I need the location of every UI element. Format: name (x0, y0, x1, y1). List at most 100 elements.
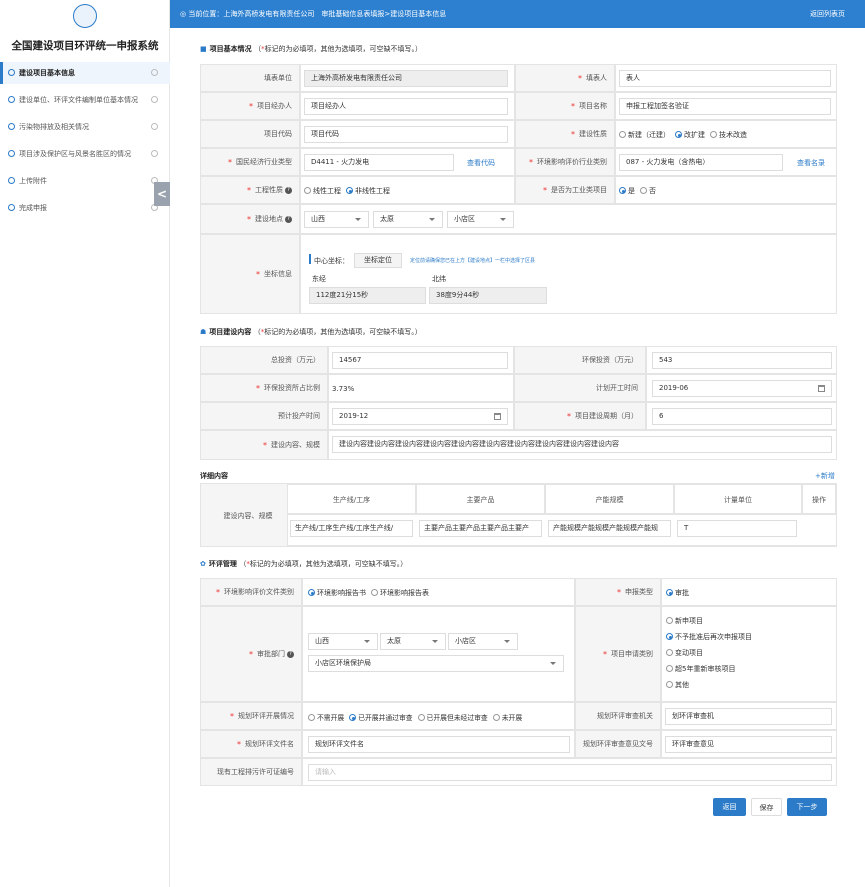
sidebar-item-attachments[interactable]: 上传附件 (0, 170, 170, 192)
label-content-scale: * 建设内容、规模 (200, 430, 328, 460)
row-unit-input[interactable]: T (677, 520, 797, 537)
permit-input[interactable]: 请输入 (308, 764, 832, 781)
label-dept: * 审批部门? (200, 606, 302, 702)
detail-row-label: 建设内容、规模 (223, 512, 273, 520)
label-app-category: * 项目申请类别 (575, 606, 661, 702)
production-date-picker[interactable]: 2019-12 (332, 408, 508, 425)
latitude-label: 北纬 (432, 275, 446, 283)
total-investment-input[interactable]: 14567 (332, 352, 508, 369)
row-capacity-input[interactable]: 产能规模产能规模产能规模产能规 (548, 520, 671, 537)
doc-radio-book[interactable]: 环境影响报告书 (308, 589, 366, 597)
industry-input[interactable]: D4411 - 火力发电 (304, 154, 454, 171)
plan-radio-not-passed[interactable]: 已开展但未经过审查 (417, 714, 488, 722)
start-date-picker[interactable]: 2019-06 (652, 380, 832, 397)
circle-icon (8, 96, 15, 103)
nature-radio-new[interactable]: 新建（迁建） (619, 131, 670, 139)
filler-input[interactable]: 表人 (619, 70, 831, 87)
location-province-select[interactable]: 山西 (304, 211, 369, 228)
label-coordinates: * 坐标信息 (200, 234, 300, 314)
plan-file-input[interactable]: 规划环评文件名 (308, 736, 570, 753)
plan-radio-not-started[interactable]: 未开展 (492, 714, 522, 722)
dept-select[interactable]: 小店区环境保护局 (308, 655, 564, 672)
calendar-icon (494, 413, 501, 420)
national-emblem-logo (73, 4, 97, 28)
location-district-select[interactable]: 小店区 (447, 211, 514, 228)
eia-category-input[interactable]: 087 - 火力发电（含热电） (619, 154, 783, 171)
engineering-radio-group: 线性工程 非线性工程 (304, 186, 395, 196)
label-doc-type: * 环境影响评价文件类别 (200, 578, 302, 606)
manager-input[interactable]: 项目经办人 (304, 98, 508, 115)
label-build-period: * 项目建设周期（月） (514, 402, 646, 430)
view-catalog-link[interactable]: 查看名录 (797, 158, 825, 168)
nature-radio-group: 新建（迁建） 改扩建 技术改造 (619, 130, 752, 140)
eng-radio-linear[interactable]: 线性工程 (304, 187, 341, 195)
next-step-button[interactable]: 下一步 (787, 798, 827, 816)
industrial-radio-group: 是否 (619, 186, 661, 196)
dept-city-select[interactable]: 太原 (380, 633, 446, 650)
label-project-name: * 项目名称 (515, 92, 615, 120)
plan-radio-passed[interactable]: 已开展并通过审查 (349, 714, 413, 722)
sidebar-item-protected-areas[interactable]: 项目涉及保护区与风景名胜区的情况 (0, 143, 170, 165)
coord-marker (309, 254, 311, 264)
nature-radio-tech[interactable]: 技术改造 (710, 131, 747, 139)
build-period-input[interactable]: 6 (652, 408, 832, 425)
plan-doc-input[interactable]: 环评审查意见 (665, 736, 832, 753)
add-row-link[interactable]: +新增 (815, 471, 835, 481)
dept-province-select[interactable]: 山西 (308, 633, 378, 650)
location-city-select[interactable]: 太原 (373, 211, 443, 228)
doc-radio-table[interactable]: 环境影响报告表 (371, 589, 429, 597)
apply-radio-approve[interactable]: 审批 (666, 588, 689, 598)
label-engineering-nature: * 工程性质? (200, 176, 300, 204)
detail-title: 详细内容 (200, 472, 228, 480)
env-investment-input[interactable]: 543 (652, 352, 832, 369)
dept-district-select[interactable]: 小店区 (448, 633, 518, 650)
industrial-radio-yes[interactable]: 是 (619, 187, 635, 195)
longitude-field: 112度21分15秒 (309, 287, 426, 304)
locate-coordinates-button[interactable]: 坐标定位 (354, 253, 402, 268)
back-button[interactable]: 返回 (713, 798, 746, 816)
label-plan-doc: 规划环评审查意见文号 (575, 730, 661, 758)
sidebar-item-basic-info[interactable]: 建设项目基本信息 (0, 62, 170, 84)
sidebar-item-unit-info[interactable]: 建设单位、环评文件编制单位基本情况 (0, 89, 170, 111)
app-radio-new[interactable]: 新申项目 (666, 616, 703, 626)
app-radio-5year[interactable]: 超5年重新审核项目 (666, 664, 735, 674)
industrial-radio-no[interactable]: 否 (640, 187, 656, 195)
app-radio-change[interactable]: 变动项目 (666, 648, 703, 658)
circle-icon (8, 204, 15, 211)
sidebar-item-pollutants[interactable]: 污染物排放及相关情况 (0, 116, 170, 138)
row-line-input[interactable]: 生产线/工序生产线/工序生产线/ (290, 520, 413, 537)
app-radio-other[interactable]: 其他 (666, 680, 689, 690)
plan-radio-no-need[interactable]: 不需开展 (308, 714, 344, 722)
save-button[interactable]: 保存 (751, 798, 782, 816)
row-product-input[interactable]: 主要产品主要产品主要产品主要产 (419, 520, 542, 537)
label-permit: 现有工程排污许可证编号 (200, 758, 302, 786)
sidebar: 全国建设项目环评统一申报系统 建设项目基本信息 建设单位、环评文件编制单位基本情… (0, 0, 170, 887)
col-header-capacity: 产能规模 (545, 484, 674, 514)
project-name-input[interactable]: 申报工程加签名验证 (619, 98, 831, 115)
app-radio-resubmit[interactable]: 不予批准后再次申报项目 (666, 632, 752, 642)
view-code-link[interactable]: 查看代码 (467, 158, 495, 168)
sidebar-item-complete[interactable]: 完成申报 (0, 197, 170, 219)
sidebar-collapse-button[interactable]: < (154, 182, 170, 206)
back-to-list-link[interactable]: 返回列表页 (810, 0, 845, 28)
label-production-date: 预计投产时间 (200, 402, 328, 430)
content-scale-input[interactable]: 建设内容建设内容建设内容建设内容建设内容建设内容建设内容建设内容建设内容建设内容 (332, 436, 832, 453)
col-header-line: 生产线/工序 (287, 484, 416, 514)
col-header-action: 操作 (802, 484, 836, 514)
env-ratio-value: 3.73% (332, 385, 355, 393)
label-plan-status: * 规划环评开展情况 (200, 702, 302, 730)
label-start-date: 计划开工时间 (514, 374, 646, 402)
eng-radio-nonlinear[interactable]: 非线性工程 (346, 187, 390, 195)
label-location: * 建设地点? (200, 204, 300, 234)
check-circle-icon (151, 96, 158, 103)
label-env-ratio: * 环保投资所占比例 (200, 374, 328, 402)
doc-type-radio-group: 环境影响报告书 环境影响报告表 (308, 588, 434, 598)
section-icon: ☗ (200, 328, 207, 336)
info-icon: ? (287, 650, 294, 658)
label-apply-type: * 申报类型 (575, 578, 661, 606)
plan-org-input[interactable]: 划环评审查机 (665, 708, 832, 725)
label-eia-category: * 环境影响评价行业类别 (515, 148, 615, 176)
project-code-input[interactable]: 项目代码 (304, 126, 508, 143)
nature-radio-expand[interactable]: 改扩建 (675, 131, 705, 139)
label-industry: * 国民经济行业类型 (200, 148, 300, 176)
